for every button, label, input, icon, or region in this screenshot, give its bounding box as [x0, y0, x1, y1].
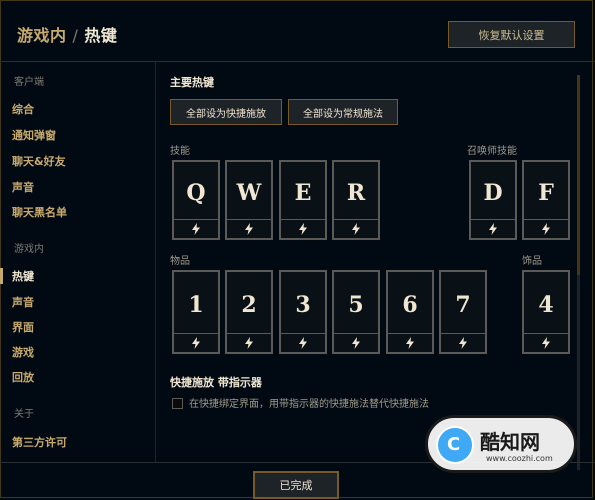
- hotkey-slot[interactable]: 4: [522, 270, 570, 354]
- quickcast-bolt-icon: [281, 333, 325, 352]
- sidebar-item-client-sound[interactable]: 声音: [12, 179, 34, 195]
- hotkey-letter: 2: [241, 292, 257, 318]
- hotkey-letter: D: [483, 180, 503, 206]
- watermark-url: www.coozhi.com: [486, 454, 553, 463]
- quickcast-bolt-icon: [388, 333, 432, 352]
- sidebar-item-hotkeys[interactable]: 热键: [12, 268, 34, 284]
- hotkey-letter: 6: [402, 292, 418, 318]
- sidebar-section-client: 客户端: [14, 77, 44, 88]
- set-all-quickcast-button[interactable]: 全部设为快捷施放: [170, 99, 282, 125]
- quickcast-bolt-icon: [281, 219, 325, 238]
- hotkey-letter: 5: [348, 292, 364, 318]
- sidebar-item-notifications[interactable]: 通知弹窗: [12, 127, 56, 143]
- quickcast-bolt-icon: [471, 219, 515, 238]
- hotkey-letter: 1: [188, 292, 204, 318]
- quickcast-bolt-icon: [174, 333, 218, 352]
- set-all-normal-cast-button[interactable]: 全部设为常规施法: [288, 99, 398, 125]
- hotkey-slot[interactable]: 6: [386, 270, 434, 354]
- hotkey-letter: E: [294, 180, 312, 206]
- hotkey-slot[interactable]: 7: [439, 270, 487, 354]
- hotkey-letter: F: [538, 180, 554, 206]
- hotkey-slot[interactable]: 3: [279, 270, 327, 354]
- hotkey-letter: W: [236, 180, 262, 206]
- watermark-name: 酷知网: [480, 430, 540, 454]
- quickcast-indicator-label: 在快捷绑定界面，用带指示器的快捷施法替代快捷施法: [189, 399, 429, 410]
- sidebar-section-ingame: 游戏内: [14, 244, 44, 255]
- primary-hotkeys-title: 主要热键: [170, 76, 214, 89]
- sidebar-item-chat-blacklist[interactable]: 聊天黑名单: [12, 204, 67, 220]
- quickcast-bolt-icon: [524, 333, 568, 352]
- hotkey-slot[interactable]: 2: [225, 270, 273, 354]
- sidebar-section-about: 关于: [14, 409, 34, 420]
- hotkey-slot[interactable]: F: [522, 160, 570, 240]
- hotkey-slot[interactable]: D: [469, 160, 517, 240]
- scrollbar-thumb[interactable]: [577, 75, 580, 275]
- quickcast-bolt-icon: [441, 333, 485, 352]
- watermark: C 酷知网 www.coozhi.com: [425, 415, 577, 473]
- sidebar-item-replay[interactable]: 回放: [12, 369, 34, 385]
- hotkeys-panel: 主要热键 全部设为快捷施放 全部设为常规施法 技能 召唤师技能 物品 饰品 Q W…: [155, 62, 595, 462]
- hotkey-letter: 4: [538, 292, 554, 318]
- hotkey-letter: 7: [455, 292, 471, 318]
- sidebar-active-indicator: [0, 268, 3, 284]
- hotkey-letter: 3: [295, 292, 311, 318]
- breadcrumb-section: 游戏内: [17, 26, 67, 45]
- hotkey-slot[interactable]: R: [332, 160, 380, 240]
- hotkey-slot[interactable]: 5: [332, 270, 380, 354]
- quickcast-indicator-checkbox[interactable]: [172, 398, 183, 409]
- sidebar-item-game[interactable]: 游戏: [12, 344, 34, 360]
- hotkey-slot[interactable]: Q: [172, 160, 220, 240]
- trinket-label: 饰品: [522, 256, 542, 267]
- sidebar-item-ingame-sound[interactable]: 声音: [12, 294, 34, 310]
- summoner-spells-label: 召唤师技能: [467, 146, 517, 157]
- quickcast-bolt-icon: [334, 333, 378, 352]
- sidebar: 客户端 综合 通知弹窗 聊天&好友 声音 聊天黑名单 游戏内 热键 声音 界面 …: [0, 62, 156, 462]
- quickcast-bolt-icon: [174, 219, 218, 238]
- done-button[interactable]: 已完成: [253, 471, 339, 499]
- sidebar-item-chat-friends[interactable]: 聊天&好友: [12, 153, 66, 169]
- quickcast-bolt-icon: [227, 333, 271, 352]
- page-title: 游戏内 / 热键: [17, 22, 117, 46]
- hotkey-slot[interactable]: W: [225, 160, 273, 240]
- breadcrumb-current: 热键: [84, 26, 118, 45]
- restore-defaults-button[interactable]: 恢复默认设置: [448, 21, 575, 48]
- breadcrumb-separator: /: [72, 26, 79, 45]
- header: 游戏内 / 热键 恢复默认设置: [0, 0, 595, 62]
- abilities-label: 技能: [170, 146, 190, 157]
- quickcast-bolt-icon: [334, 219, 378, 238]
- sidebar-item-third-party[interactable]: 第三方许可: [12, 434, 67, 450]
- quickcast-bolt-icon: [524, 219, 568, 238]
- watermark-logo-icon: C: [436, 426, 474, 464]
- hotkey-letter: Q: [186, 180, 206, 206]
- quickcast-indicator-title: 快捷施放 带指示器: [170, 376, 262, 389]
- sidebar-item-interface[interactable]: 界面: [12, 319, 34, 335]
- hotkey-slot[interactable]: 1: [172, 270, 220, 354]
- hotkey-letter: R: [346, 180, 366, 206]
- quickcast-bolt-icon: [227, 219, 271, 238]
- items-label: 物品: [170, 256, 190, 267]
- sidebar-item-general[interactable]: 综合: [12, 101, 34, 117]
- hotkey-slot[interactable]: E: [279, 160, 327, 240]
